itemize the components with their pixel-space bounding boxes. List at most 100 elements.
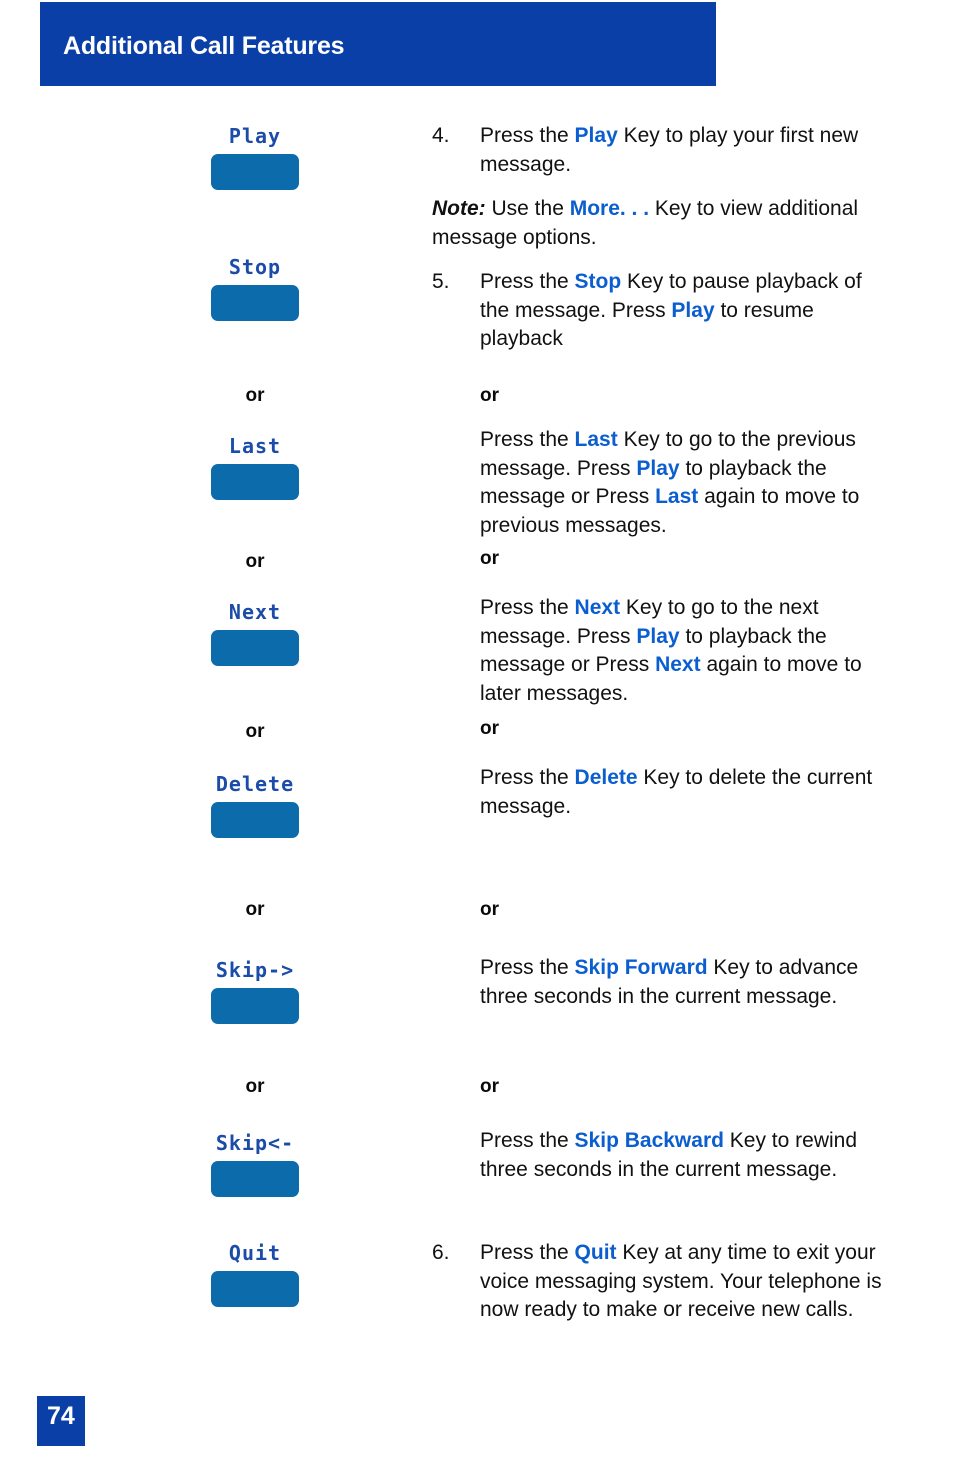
key-delete[interactable]: Delete [140,774,370,843]
key-skip-forward-button[interactable] [211,988,299,1024]
section-quit: Quit 6. Press the Quit Key at any time t… [0,1239,954,1379]
key-delete-label: Delete [215,772,295,796]
keyword: Play [636,624,680,648]
key-play-button[interactable] [211,154,299,190]
key-quit-label: Quit [228,1241,282,1265]
section-or-4: or or [0,894,954,954]
note-text: Use the More. . . Key to view additional… [432,197,859,249]
key-column-skip-forward: Skip-> [140,960,370,1029]
keyword: Play [636,456,680,480]
step-6-number: 6. [432,1241,450,1264]
text-column-next: Press the Next Key to go to the next mes… [432,594,882,708]
text-column-play: 4. Press the Play Key to play your first… [432,122,882,354]
keyword: Quit [574,1241,617,1264]
keyword: Skip Forward [574,956,708,979]
section-or-5: or or [0,1069,954,1127]
keyword: Stop [574,270,622,293]
or-left-1-wrap: or [140,386,370,405]
section-skip-backward: Skip<- Press the Skip Backward Key to re… [0,1127,954,1239]
section-play: Play Stop 4. Press the Play Key to play … [0,108,954,368]
key-stop[interactable]: Stop [140,257,370,326]
or-right-2-wrap: or [432,549,882,568]
keyword: Last [655,485,699,508]
skip-forward-paragraph: Press the Skip Forward Key to advance th… [480,956,859,1008]
step-5-text: Press the Stop Key to pause playback of … [480,270,862,350]
keyword: Play [671,298,715,322]
or-left-4-wrap: or [140,900,370,919]
key-quit[interactable]: Quit [140,1243,370,1312]
key-column-quit: Quit [140,1243,370,1312]
keyword: More. . . [569,197,650,220]
page-number-box: 74 [37,1396,85,1446]
key-stop-button[interactable] [211,285,299,321]
key-quit-button[interactable] [211,1271,299,1307]
step-6: 6. Press the Quit Key at any time to exi… [432,1239,882,1325]
or-right-1-wrap: or [432,386,882,405]
page-number: 74 [47,1402,75,1430]
step-5: 5. Press the Stop Key to pause playback … [432,268,882,354]
page-content: Play Stop 4. Press the Play Key to play … [0,108,954,1379]
or-right-5-wrap: or [432,1077,882,1096]
skip-backward-paragraph: Press the Skip Backward Key to rewind th… [480,1129,858,1181]
or-right-4: or [480,899,499,920]
step-4-number: 4. [432,124,450,147]
key-skip-forward-label: Skip-> [215,958,295,982]
key-column-skip-backward: Skip<- [140,1133,370,1202]
key-next-label: Next [228,600,282,624]
key-skip-forward[interactable]: Skip-> [140,960,370,1029]
or-left-2-wrap: or [140,552,370,571]
key-last[interactable]: Last [140,436,370,505]
section-or-3: or or [0,706,954,764]
section-delete: Delete Press the Delete Key to delete th… [0,764,954,894]
or-right-3: or [480,718,499,739]
key-stop-label: Stop [228,255,282,279]
key-column-last: Last [140,436,370,505]
keyword: Next [655,653,701,676]
key-last-button[interactable] [211,464,299,500]
or-right-5: or [480,1076,499,1097]
or-left-5-wrap: or [140,1077,370,1096]
key-delete-button[interactable] [211,802,299,838]
keyword: Next [574,596,621,619]
delete-paragraph: Press the Delete Key to delete the curre… [480,766,873,818]
key-last-label: Last [228,434,282,458]
note-label: Note: [432,197,486,220]
step-5-number: 5. [432,270,450,293]
text-column-last: Press the Last Key to go to the previous… [432,426,882,540]
key-column-play: Play Stop [140,126,370,326]
key-play-label: Play [228,124,282,148]
section-skip-forward: Skip-> Press the Skip Forward Key to adv… [0,954,954,1069]
section-or-1: or or [0,368,954,426]
keyword: Play [574,124,618,147]
note-paragraph: Note: Use the More. . . Key to view addi… [432,195,882,252]
text-column-skip-forward: Press the Skip Forward Key to advance th… [432,954,882,1011]
key-next[interactable]: Next [140,602,370,671]
key-skip-backward-label: Skip<- [215,1131,295,1155]
key-column-next: Next [140,602,370,671]
or-right-3-wrap: or [432,719,882,738]
key-column-delete: Delete [140,774,370,843]
section-or-2: or or [0,536,954,594]
page-title: Additional Call Features [63,32,345,60]
last-paragraph: Press the Last Key to go to the previous… [480,428,860,537]
or-left-2: or [245,551,265,572]
text-column-delete: Press the Delete Key to delete the curre… [432,764,882,821]
text-column-skip-backward: Press the Skip Backward Key to rewind th… [432,1127,882,1184]
section-next: Next Press the Next Key to go to the nex… [0,594,954,706]
key-play[interactable]: Play [140,126,370,195]
or-right-1: or [480,385,499,406]
or-right-4-wrap: or [432,900,882,919]
section-last: Last Press the Last Key to go to the pre… [0,426,954,537]
step-6-text: Press the Quit Key at any time to exit y… [480,1241,882,1321]
key-skip-backward-button[interactable] [211,1161,299,1197]
keyword: Delete [574,766,638,789]
step-4: 4. Press the Play Key to play your first… [432,122,882,179]
step-4-text: Press the Play Key to play your first ne… [480,124,859,176]
or-left-3-wrap: or [140,722,370,741]
key-next-button[interactable] [211,630,299,666]
keyword: Skip Backward [574,1129,724,1152]
key-skip-backward[interactable]: Skip<- [140,1133,370,1202]
or-left-1: or [245,385,265,406]
or-left-5: or [245,1076,265,1097]
or-left-3: or [245,721,265,742]
